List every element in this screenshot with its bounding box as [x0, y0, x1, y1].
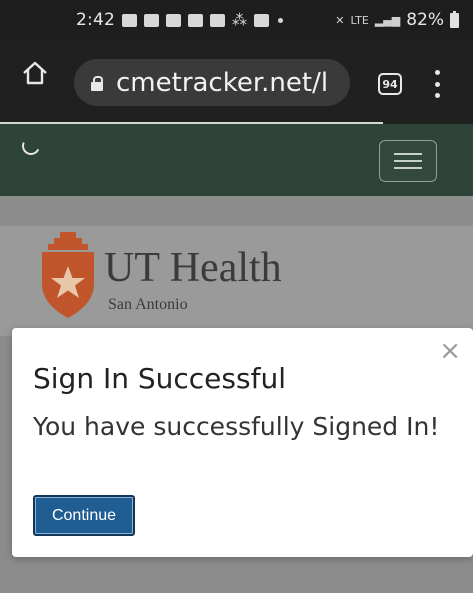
menu-dot-icon — [434, 81, 440, 87]
home-icon — [23, 61, 47, 85]
address-bar[interactable]: cmetracker.net/l — [74, 59, 350, 106]
browser-toolbar: cmetracker.net/l 94 — [0, 40, 473, 124]
modal-message: You have successfully Signed In! — [33, 412, 440, 441]
modal-title: Sign In Successful — [33, 362, 286, 395]
sparkle-icon: ⁂ — [231, 10, 247, 29]
youtube-icon — [253, 13, 269, 27]
loading-spinner-icon — [19, 134, 43, 158]
logo-name: UT Health — [104, 245, 282, 291]
signal-icon: ▂▄▆ — [374, 13, 401, 27]
more-notifications-icon — [277, 17, 283, 23]
logo-area: UT Health San Antonio — [0, 226, 473, 336]
hamburger-line — [394, 167, 422, 169]
facebook-icon — [165, 13, 181, 27]
facebook-icon — [143, 13, 159, 27]
hamburger-line — [394, 153, 422, 155]
menu-dot-icon — [434, 70, 440, 75]
facebook-icon — [209, 13, 225, 27]
close-button[interactable]: × — [439, 338, 461, 364]
notification-icons: ⁂ — [121, 10, 283, 29]
status-time: 2:42 — [76, 10, 115, 30]
network-type: LTE — [350, 13, 369, 27]
browser-menu-button[interactable] — [432, 70, 442, 98]
logo-wordmark: UT Health San Antonio — [104, 246, 282, 314]
lock-icon — [90, 75, 104, 91]
home-button[interactable] — [20, 58, 50, 88]
youtube-icon — [187, 13, 203, 27]
status-indicators: ✕ LTE ▂▄▆ 82% — [335, 10, 459, 30]
site-navbar — [0, 124, 473, 197]
continue-button[interactable]: Continue — [33, 495, 135, 536]
menu-dot-icon — [434, 93, 440, 98]
url-text: cmetracker.net/l — [116, 67, 329, 98]
mute-icon: ✕ — [335, 13, 345, 27]
ut-health-shield-icon — [42, 232, 94, 318]
page-backdrop — [0, 196, 473, 226]
tab-switcher-button[interactable]: 94 — [378, 73, 402, 95]
sign-in-success-modal: × Sign In Successful You have successful… — [12, 328, 473, 557]
logo-location: San Antonio — [108, 296, 188, 313]
hamburger-line — [394, 160, 422, 162]
message-icon — [121, 13, 137, 27]
navbar-toggle-button[interactable] — [379, 140, 437, 182]
battery-icon — [450, 10, 459, 28]
battery-percent: 82% — [406, 10, 444, 30]
status-bar: 2:42 ⁂ ✕ LTE ▂▄▆ 82% — [0, 0, 473, 40]
